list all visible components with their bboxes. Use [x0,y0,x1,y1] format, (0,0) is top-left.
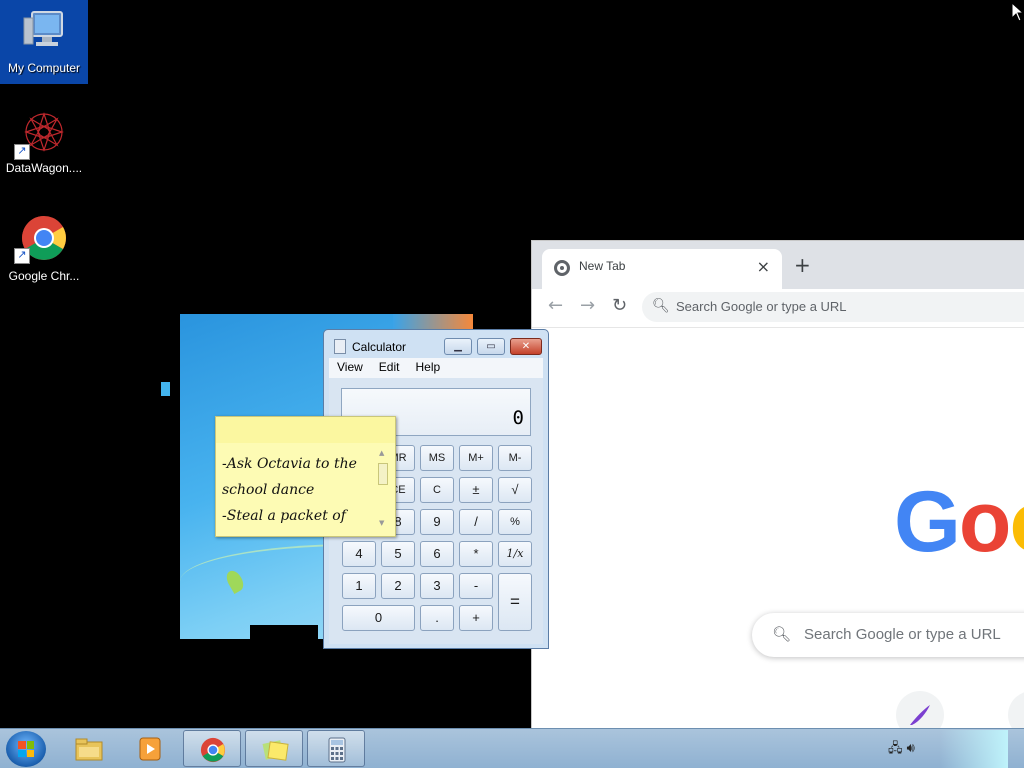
key-equals[interactable]: = [498,573,532,631]
menu-edit[interactable]: Edit [371,358,408,374]
key-plusminus[interactable]: ± [459,477,493,503]
logo-letter: G [894,474,961,570]
tab-new-tab[interactable]: New Tab × [542,249,782,289]
key-3[interactable]: 3 [420,573,454,599]
sticky-notes-icon [262,740,289,761]
logo-letter: o [1009,474,1024,570]
sticky-scrollbar[interactable]: ▲ ▼ [377,449,389,527]
chrome-tabstrip: New Tab × + [532,241,1024,289]
key-mminus[interactable]: M- [498,445,532,471]
taskbar-chrome[interactable] [183,730,241,767]
close-button[interactable]: ✕ [510,338,542,355]
minimize-button[interactable]: ▁ [444,338,472,355]
key-add[interactable]: + [459,605,493,631]
taskbar-media-player[interactable] [121,730,179,767]
scroll-up-icon[interactable]: ▲ [379,449,384,457]
sticky-line: -Ask Octavia to the [222,456,357,472]
desktop-icon-label: Google Chr... [8,269,80,283]
sticky-note-titlebar[interactable] [216,417,395,443]
shortcut-arrow-icon: ↗ [14,248,30,264]
key-9[interactable]: 9 [420,509,454,535]
search-placeholder: Search Google or type a URL [804,626,1001,643]
shortcut-tile[interactable] [896,691,944,728]
key-4[interactable]: 4 [342,541,376,567]
sticky-line: school dance [222,482,315,498]
key-percent[interactable]: % [498,509,532,535]
desktop-icon-label: My Computer [7,61,81,75]
windows-logo-icon [18,741,34,757]
google-logo: Goo [894,473,1024,572]
sticky-note[interactable]: -Ask Octavia to the school dance -Steal … [215,416,396,537]
feather-icon [910,705,930,725]
sticky-line: -Steal a packet of [222,508,346,524]
chrome-icon [200,737,226,763]
scroll-thumb[interactable] [378,463,388,485]
shortcut-arrow-icon: ↗ [14,144,30,160]
chrome-favicon-icon [554,260,570,276]
show-desktop-button[interactable] [940,730,1008,768]
key-ms[interactable]: MS [420,445,454,471]
omnibox[interactable]: 🔍︎ Search Google or type a URL [642,292,1024,322]
key-6[interactable]: 6 [420,541,454,567]
key-reciprocal[interactable]: 1/x [498,541,532,567]
tab-close-icon[interactable]: × [757,257,770,276]
google-search-box[interactable]: 🔍︎ Search Google or type a URL [752,613,1024,657]
chrome-toolbar: ← → ↻ 🔍︎ Search Google or type a URL [532,289,1024,328]
key-2[interactable]: 2 [381,573,415,599]
key-c[interactable]: C [420,477,454,503]
desktop: My Computer ↗ DataWagon.... ↗ Google Chr… [0,0,1024,728]
taskbar-calculator[interactable] [307,730,365,767]
maximize-button[interactable]: ▭ [477,338,505,355]
calculator-menubar: View Edit Help [329,358,543,378]
key-0[interactable]: 0 [342,605,415,631]
chrome-window[interactable]: New Tab × + ← → ↻ 🔍︎ Search Google or ty… [531,240,1024,728]
logo-letter: o [958,474,1012,570]
shortcut-tile[interactable] [1008,691,1024,728]
volume-icon[interactable]: 🔊︎ [907,741,915,756]
back-button[interactable]: ← [548,295,563,316]
key-5[interactable]: 5 [381,541,415,567]
network-icon[interactable]: 🖧 [888,741,903,756]
display-value: 0 [512,407,524,429]
desktop-icon-datawagon[interactable]: ↗ DataWagon.... [0,110,88,176]
taskbar: 🖧 🔊︎ [0,728,1024,768]
start-button[interactable] [6,731,46,767]
desktop-icon-label: DataWagon.... [5,161,83,175]
menu-help[interactable]: Help [407,358,448,374]
new-tab-button[interactable]: + [794,253,811,277]
taskbar-explorer[interactable] [60,730,118,767]
media-player-icon [139,737,161,761]
calculator-icon [328,737,346,763]
tab-title: New Tab [579,259,626,273]
desktop-icon-my-computer[interactable]: My Computer [0,0,88,84]
key-multiply[interactable]: * [459,541,493,567]
mouse-cursor-icon [1011,2,1023,22]
offscreen-window-fragment [161,382,170,396]
key-1[interactable]: 1 [342,573,376,599]
desktop-icon-google-chrome[interactable]: ↗ Google Chr... [0,214,88,283]
folder-icon [75,738,103,761]
key-decimal[interactable]: . [420,605,454,631]
menu-view[interactable]: View [329,358,371,374]
key-divide[interactable]: / [459,509,493,535]
search-icon: 🔍︎ [772,625,792,643]
omnibox-placeholder: Search Google or type a URL [676,299,847,314]
key-mplus[interactable]: M+ [459,445,493,471]
system-tray: 🖧 🔊︎ [888,739,915,761]
reload-button[interactable]: ↻ [612,295,627,316]
key-subtract[interactable]: - [459,573,493,599]
calculator-title: Calculator [352,340,407,354]
taskbar-sticky-notes[interactable] [245,730,303,767]
search-icon: 🔍︎ [652,298,670,314]
computer-icon [23,11,63,46]
scroll-down-icon[interactable]: ▼ [379,519,384,527]
wallpaper-notch [250,625,318,639]
key-sqrt[interactable]: √ [498,477,532,503]
sticky-note-text[interactable]: -Ask Octavia to the school dance -Steal … [222,451,374,529]
forward-button[interactable]: → [580,295,595,316]
calculator-icon [334,339,346,354]
